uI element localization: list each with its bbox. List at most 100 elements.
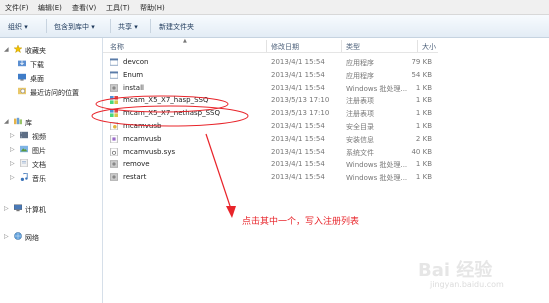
new-folder-button[interactable]: 新建文件夹 (159, 22, 194, 32)
file-date: 2013/4/1 15:54 (271, 83, 325, 92)
file-date: 2013/4/1 15:54 (271, 160, 325, 169)
cat-icon (110, 121, 118, 131)
file-size: 1 KB (415, 83, 432, 92)
file-type: 注册表项 (346, 97, 374, 106)
column-header-name[interactable]: 名称 (110, 42, 124, 52)
navigation-pane: ◢ 收藏夹 下载 桌面 最近访问的位置 ◢ 库 ▷ 视频 ▷ 图片 ▷ 文档 ▷… (0, 38, 103, 303)
file-date: 2013/4/1 15:54 (271, 58, 325, 66)
organize-button[interactable]: 组织 ▾ (8, 22, 28, 32)
header-divider (103, 52, 438, 53)
computer-icon (14, 204, 22, 212)
file-name: install (123, 83, 144, 92)
file-size: 79 KB (411, 58, 432, 66)
nav-libraries[interactable]: 库 (25, 118, 32, 128)
file-date: 2013/4/1 15:54 (271, 134, 325, 143)
file-date: 2013/5/13 17:10 (271, 109, 330, 118)
nav-desktop[interactable]: 桌面 (30, 74, 44, 84)
file-name: mcamvusb (123, 122, 162, 130)
watermark-url: jingyan.baidu.com (430, 280, 504, 289)
file-size: 1 KB (415, 122, 432, 130)
sys-icon (110, 147, 118, 156)
column-separator[interactable] (341, 40, 342, 52)
file-row[interactable]: mcamvusb.sys 2013/4/1 15:54 系统文件 40 KB (103, 146, 438, 158)
nav-network[interactable]: 网络 (25, 233, 39, 243)
menu-bar: 文件(F) 编辑(E) 查看(V) 工具(T) 帮助(H) (0, 0, 549, 15)
bat-icon (109, 84, 119, 92)
file-date: 2013/5/13 17:10 (271, 96, 330, 105)
file-row[interactable]: remove 2013/4/1 15:54 Windows 批处理... 1 KB (103, 158, 438, 170)
recent-places-icon (18, 87, 26, 95)
library-icon (14, 117, 22, 125)
annotation-text: 点击其中一个，写入注册列表 (242, 217, 360, 227)
command-bar: 组织 ▾ 包含到库中 ▾ 共享 ▾ 新建文件夹 (0, 15, 549, 38)
file-row[interactable]: mcamvusb 2013/4/1 15:54 安全目录 1 KB (103, 120, 438, 132)
column-separator[interactable] (417, 40, 418, 52)
video-library-icon (20, 131, 28, 139)
menu-view[interactable]: 查看(V) (72, 3, 96, 13)
file-name: mcamvusb (123, 134, 162, 143)
nav-recent-places[interactable]: 最近访问的位置 (30, 88, 79, 98)
file-row[interactable]: mcam_X5_X7_hasp_SSQ 2013/5/13 17:10 注册表项 1 … (103, 94, 438, 106)
file-name: devcon (123, 58, 149, 66)
file-row[interactable]: Enum 2013/4/1 15:54 应用程序 54 KB (103, 69, 438, 81)
expand-triangle-icon[interactable]: ▷ (4, 205, 9, 212)
bat-icon (109, 173, 119, 181)
expand-triangle-icon[interactable]: ▷ (10, 160, 15, 167)
column-header-type[interactable]: 类型 (346, 42, 360, 52)
network-icon (14, 232, 22, 240)
watermark-logo: Bai 经验 (418, 260, 493, 281)
file-name: mcam_X5_X7_hasp_SSQ (123, 96, 209, 105)
file-date: 2013/4/1 15:54 (271, 173, 325, 182)
nav-music[interactable]: 音乐 (32, 174, 46, 184)
file-type: 安全目录 (346, 123, 374, 131)
file-name: Enum (123, 70, 144, 79)
file-row[interactable]: devcon 2013/4/1 15:54 应用程序 79 KB (103, 56, 438, 68)
star-icon (14, 45, 22, 53)
nav-documents[interactable]: 文档 (32, 160, 46, 170)
menu-edit[interactable]: 编辑(E) (38, 3, 62, 13)
file-name: restart (123, 173, 147, 182)
file-name: mcamvusb.sys (123, 147, 176, 156)
include-in-library-button[interactable]: 包含到库中 ▾ (54, 22, 95, 32)
menu-file[interactable]: 文件(F) (5, 3, 29, 13)
nav-computer[interactable]: 计算机 (25, 205, 46, 215)
bat-icon (109, 160, 119, 168)
column-header-date[interactable]: 修改日期 (271, 42, 299, 52)
nav-pictures[interactable]: 图片 (32, 146, 46, 156)
desktop-icon (18, 73, 26, 81)
reg-icon (110, 109, 118, 118)
file-date: 2013/4/1 15:54 (271, 122, 325, 130)
expand-triangle-icon[interactable]: ▷ (4, 233, 9, 240)
file-row[interactable]: mcamvusb 2013/4/1 15:54 安装信息 2 KB (103, 133, 438, 145)
file-type: 应用程序 (346, 59, 374, 67)
file-size: 40 KB (411, 147, 432, 156)
collapse-triangle-icon[interactable]: ◢ (4, 46, 9, 53)
file-row[interactable]: install 2013/4/1 15:54 Windows 批处理... 1 KB (103, 82, 438, 94)
column-separator[interactable] (266, 40, 267, 52)
expand-triangle-icon[interactable]: ▷ (10, 132, 15, 139)
nav-videos[interactable]: 视频 (32, 132, 46, 142)
file-row[interactable]: restart 2013/4/1 15:54 Windows 批处理... 1 KB (103, 171, 438, 183)
share-button[interactable]: 共享 ▾ (118, 22, 138, 32)
file-date: 2013/4/1 15:54 (271, 70, 325, 79)
nav-favorites[interactable]: 收藏夹 (25, 46, 46, 56)
file-size: 1 KB (415, 109, 432, 118)
toolbar-separator (46, 19, 47, 33)
sort-arrow-icon: ▲ (183, 38, 187, 44)
nav-downloads[interactable]: 下载 (30, 60, 44, 70)
column-header-size[interactable]: 大小 (422, 42, 436, 52)
file-row[interactable]: mcam_X5_X7_nethasp_SSQ 2013/5/13 17:10 注册表… (103, 107, 438, 119)
downloads-folder-icon (18, 60, 26, 67)
file-size: 2 KB (415, 134, 432, 143)
collapse-triangle-icon[interactable]: ◢ (4, 118, 9, 125)
file-size: 1 KB (415, 160, 432, 169)
file-type: 系统文件 (346, 148, 374, 157)
reg-icon (110, 96, 118, 105)
menu-help[interactable]: 帮助(H) (140, 3, 165, 13)
file-size: 1 KB (415, 96, 432, 105)
expand-triangle-icon[interactable]: ▷ (10, 174, 15, 181)
menu-tools[interactable]: 工具(T) (106, 3, 130, 13)
toolbar-separator (110, 19, 111, 33)
file-type: 注册表项 (346, 110, 374, 119)
expand-triangle-icon[interactable]: ▷ (10, 146, 15, 153)
